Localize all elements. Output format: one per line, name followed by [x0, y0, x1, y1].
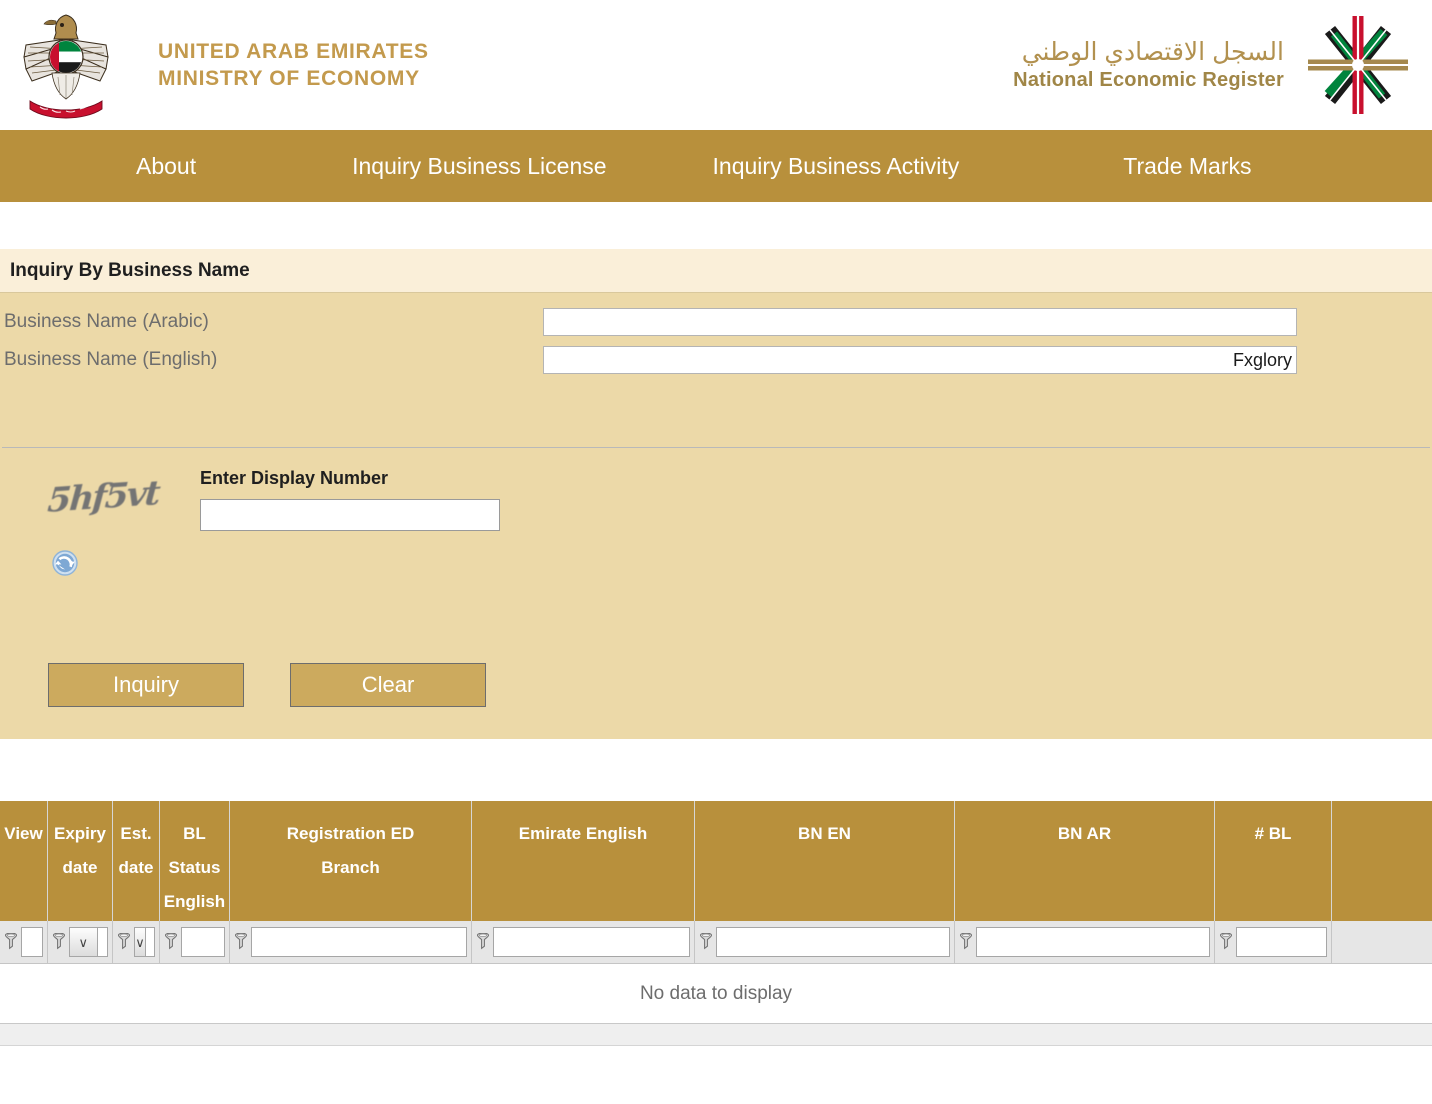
funnel-filter-icon[interactable] [234, 933, 248, 951]
grid-header-row: ViewExpirydateEst.dateBLStatusEnglishReg… [0, 801, 1432, 921]
site-header: UNITED ARAB EMIRATES MINISTRY OF ECONOMY… [0, 0, 1432, 130]
captcha-label: Enter Display Number [200, 468, 500, 489]
field-row-business-name-arabic: Business Name (Arabic) [0, 303, 1432, 341]
funnel-filter-icon[interactable] [4, 933, 18, 951]
register-title-arabic: السجل الاقتصادي الوطني [1013, 37, 1284, 67]
field-row-business-name-english: Business Name (English) [0, 341, 1432, 379]
grid-filter-input[interactable] [21, 927, 43, 957]
grid-filter-input[interactable] [493, 927, 690, 957]
panel-title: Inquiry By Business Name [0, 249, 1432, 293]
grid-filter-cell [230, 921, 472, 963]
grid-column-header-line: BL [160, 817, 229, 851]
grid-column-header-line: Branch [230, 851, 471, 885]
ner-starburst-logo-icon [1298, 10, 1418, 120]
grid-column-header-line: # BL [1215, 817, 1331, 851]
grid-filter-input[interactable] [976, 927, 1210, 957]
grid-filter-input[interactable] [145, 927, 155, 957]
grid-column-header-line: Registration ED [230, 817, 471, 851]
grid-column-header-line: Expiry [48, 817, 112, 851]
grid-filter-cell [0, 921, 48, 963]
chevron-down-icon[interactable]: ∨ [69, 927, 97, 957]
grid-column-header-line: Status [160, 851, 229, 885]
grid-filter-cell: ∨ [48, 921, 113, 963]
business-name-arabic-input[interactable] [543, 308, 1297, 336]
grid-column-header[interactable]: Emirate English [472, 801, 695, 921]
inquiry-form: Business Name (Arabic) Business Name (En… [0, 293, 1432, 739]
inquiry-button[interactable]: Inquiry [48, 663, 244, 707]
grid-column-header-line: English [160, 885, 229, 919]
grid-column-header-line: date [113, 851, 159, 885]
register-title-english: National Economic Register [1013, 67, 1284, 93]
grid-filter-cell [955, 921, 1215, 963]
ministry-brand: UNITED ARAB EMIRATES MINISTRY OF ECONOMY [14, 9, 429, 121]
nav-spacer [0, 202, 1432, 249]
grid-filter-input[interactable] [1236, 927, 1327, 957]
grid-column-header-line: date [48, 851, 112, 885]
business-name-english-label: Business Name (English) [0, 349, 543, 371]
nav-item-inquiry-business-license[interactable]: Inquiry Business License [352, 130, 606, 202]
grid-filter-cell [472, 921, 695, 963]
grid-column-header[interactable]: Registration EDBranch [230, 801, 472, 921]
funnel-filter-icon[interactable] [699, 933, 713, 951]
grid-column-header[interactable]: BN AR [955, 801, 1215, 921]
grid-column-header[interactable]: # BL [1215, 801, 1332, 921]
form-spacer [0, 379, 1432, 447]
grid-column-header[interactable]: BN EN [695, 801, 955, 921]
grid-column-header-line: Est. [113, 817, 159, 851]
funnel-filter-icon[interactable] [52, 933, 66, 951]
refresh-icon[interactable] [52, 550, 78, 576]
panel-grid-spacer [0, 739, 1432, 801]
grid-empty-message: No data to display [0, 964, 1432, 1024]
grid-footer [0, 1024, 1432, 1046]
clear-button[interactable]: Clear [290, 663, 486, 707]
ministry-title-line2: MINISTRY OF ECONOMY [158, 65, 429, 92]
grid-column-header-line: BN AR [955, 817, 1214, 851]
nav-item-about[interactable]: About [136, 130, 196, 202]
captcha-input[interactable] [200, 499, 500, 531]
captcha-section: 5hf5vt Enter Display Number [0, 448, 1432, 663]
business-name-english-input[interactable] [543, 346, 1297, 374]
grid-column-header[interactable]: Expirydate [48, 801, 113, 921]
funnel-filter-icon[interactable] [476, 933, 490, 951]
uae-falcon-emblem-icon [14, 9, 118, 121]
grid-filter-cell: ∨ [113, 921, 160, 963]
grid-column-header-line: BN EN [695, 817, 954, 851]
ministry-title: UNITED ARAB EMIRATES MINISTRY OF ECONOMY [158, 38, 429, 92]
main-navigation: About Inquiry Business License Inquiry B… [0, 130, 1432, 202]
funnel-filter-icon[interactable] [959, 933, 973, 951]
grid-filter-cell [1215, 921, 1332, 963]
chevron-glyph: ∨ [135, 936, 145, 949]
ministry-title-line1: UNITED ARAB EMIRATES [158, 38, 429, 65]
results-grid: ViewExpirydateEst.dateBLStatusEnglishReg… [0, 801, 1432, 1046]
grid-filter-input[interactable] [181, 927, 225, 957]
grid-filter-cell [695, 921, 955, 963]
grid-filter-row: ∨∨ [0, 921, 1432, 964]
form-actions: Inquiry Clear [0, 663, 1432, 739]
captcha-image-text: 5hf5vt [46, 473, 160, 521]
grid-column-header[interactable]: BLStatusEnglish [160, 801, 230, 921]
nav-item-trade-marks[interactable]: Trade Marks [1123, 130, 1251, 202]
register-brand: السجل الاقتصادي الوطني National Economic… [1013, 0, 1418, 130]
grid-column-header-line: View [0, 817, 47, 851]
grid-filter-input[interactable] [716, 927, 950, 957]
grid-filter-cell [160, 921, 230, 963]
funnel-filter-icon[interactable] [164, 933, 178, 951]
funnel-filter-icon[interactable] [1219, 933, 1233, 951]
chevron-down-icon[interactable]: ∨ [134, 927, 145, 957]
grid-filter-input[interactable] [251, 927, 467, 957]
funnel-filter-icon[interactable] [117, 933, 131, 951]
nav-item-inquiry-business-activity[interactable]: Inquiry Business Activity [713, 130, 960, 202]
chevron-glyph: ∨ [79, 936, 89, 949]
business-name-arabic-label: Business Name (Arabic) [0, 311, 543, 333]
grid-column-header-line: Emirate English [472, 817, 694, 851]
grid-filter-input[interactable] [97, 927, 108, 957]
inquiry-panel: Inquiry By Business Name Business Name (… [0, 249, 1432, 739]
grid-column-header[interactable]: View [0, 801, 48, 921]
grid-column-header[interactable]: Est.date [113, 801, 160, 921]
captcha-image: 5hf5vt [48, 466, 158, 528]
